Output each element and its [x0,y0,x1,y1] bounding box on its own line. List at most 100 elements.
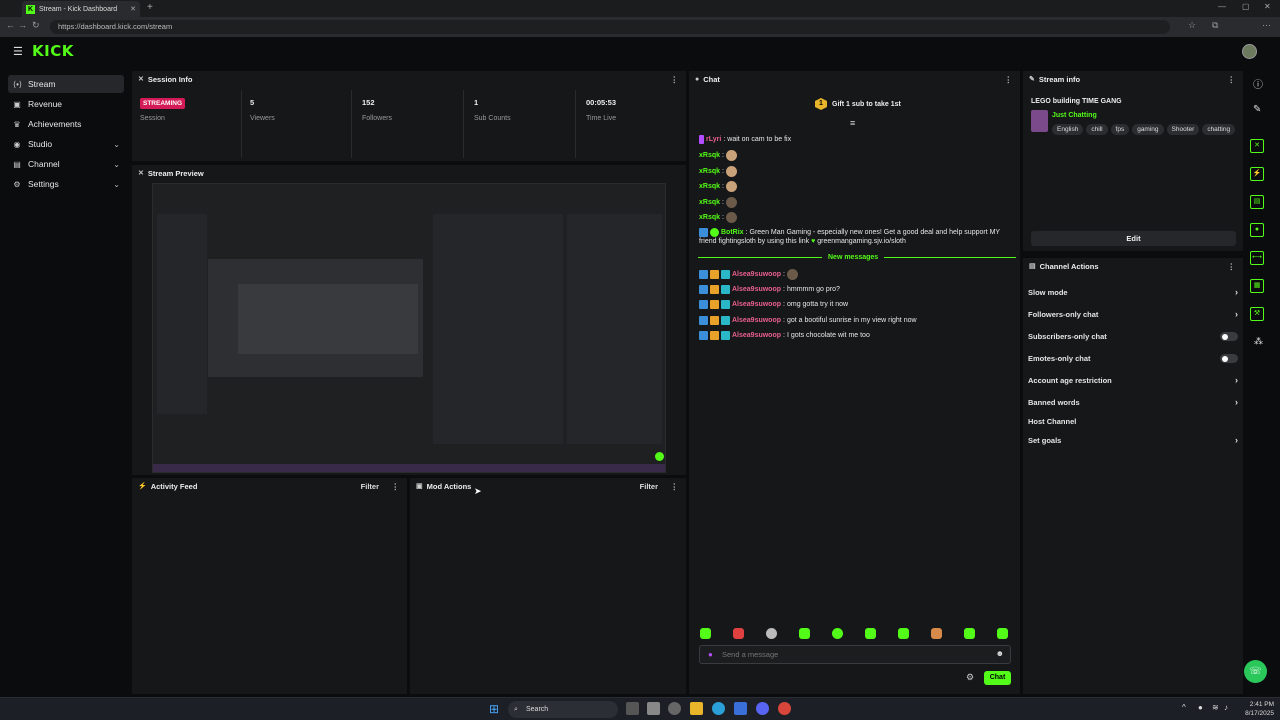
chat-username[interactable]: xRsqk [699,199,720,206]
wifi-icon[interactable]: ≋ [1212,703,1219,712]
tag[interactable]: chatting [1202,124,1236,135]
volume-icon[interactable]: ♪ [1224,703,1228,712]
filter-button[interactable]: Filter [640,482,658,491]
emote-button[interactable] [733,628,744,639]
info-icon[interactable]: ⓘ [1253,76,1263,91]
windows-start-icon[interactable]: ⊞ [489,702,499,716]
taskbar-search[interactable]: ⌕ Search [508,701,618,718]
share-icon[interactable]: ⁂ [1254,336,1263,347]
channel-action-set-goals[interactable]: Set goals › [1028,435,1238,445]
chat-username[interactable]: Alsea9suwoop [732,317,781,324]
close-icon[interactable]: ✕ [138,169,144,177]
chat-username[interactable]: Alsea9suwoop [732,332,781,339]
chat-username[interactable]: BotRix [721,229,744,236]
chat-username[interactable]: Alsea9suwoop [732,286,781,293]
forward-icon[interactable]: → [18,20,27,30]
maximize-icon[interactable]: ▢ [1242,2,1250,11]
task-view-icon[interactable] [626,702,639,715]
settings-app-icon[interactable] [668,702,681,715]
gift-sub-prompt[interactable]: 1 Gift 1 sub to take 1st [815,98,901,110]
sidebar-item-stream[interactable]: ⟨•⟩ Stream [8,75,124,93]
sidebar-item-channel[interactable]: ▤ Channel ⌄ [8,155,124,173]
emote-button[interactable] [799,628,810,639]
mic-tray-icon[interactable]: ● [1198,703,1203,712]
tag[interactable]: English [1052,124,1084,135]
category-link[interactable]: Just Chatting [1052,112,1097,119]
more-options-icon[interactable]: ⋮ [671,482,679,491]
channel-action-banned-words[interactable]: Banned words › [1028,397,1238,407]
browser-tab[interactable]: K Stream - Kick Dashboard ✕ [22,1,140,17]
sidebar-item-achievements[interactable]: ♛ Achievements [8,115,124,133]
support-chat-button[interactable]: ☏ [1244,660,1267,683]
tab-close-icon[interactable]: ✕ [130,5,136,13]
more-options-icon[interactable]: ⋮ [1228,75,1236,84]
favorite-star-icon[interactable]: ☆ [1188,20,1196,31]
sidebar-item-studio[interactable]: ◉ Studio ⌄ [8,135,124,153]
back-icon[interactable]: ← [6,20,15,30]
emotes-only-toggle[interactable] [1220,354,1238,363]
chrome-icon[interactable] [778,702,791,715]
more-options-icon[interactable]: ⋮ [671,75,679,84]
edit-pencil-icon[interactable]: ✎ [1253,104,1261,115]
tray-chevron-icon[interactable]: ^ [1182,703,1186,712]
tag[interactable]: Shooter [1166,124,1200,135]
new-tab-icon[interactable]: + [147,2,153,13]
new-messages-label[interactable]: New messages [822,254,885,261]
browser-menu-icon[interactable]: ⋯ [1262,20,1271,31]
sidebar-item-settings[interactable]: ⚙ Settings ⌄ [8,175,124,193]
emoji-picker-icon[interactable]: ☻ [996,649,1004,658]
rail-doc-button[interactable]: ▤ [1250,195,1264,209]
user-avatar[interactable] [1242,44,1257,59]
tag[interactable]: chill [1086,124,1108,135]
reload-icon[interactable]: ↻ [32,20,40,31]
sidebar-item-revenue[interactable]: ▣ Revenue [8,95,124,113]
chat-message-input[interactable] [722,648,982,661]
edge-browser-icon[interactable] [712,702,725,715]
emote-button[interactable] [931,628,942,639]
chat-username[interactable]: Alsea9suwoop [732,301,781,308]
chat-username[interactable]: xRsqk [699,183,720,190]
channel-action-slow-mode[interactable]: Slow mode › [1028,287,1238,297]
extensions-icon[interactable]: ⧉ [1212,20,1218,31]
rail-raid-button[interactable]: ⟷ [1250,251,1264,265]
more-options-icon[interactable]: ⋮ [1228,262,1236,271]
close-icon[interactable]: ✕ [138,75,144,83]
emote-button[interactable] [700,628,711,639]
close-window-icon[interactable]: ✕ [1264,2,1271,11]
taskbar-clock[interactable]: 2:41 PM 8/17/2025 [1238,700,1274,718]
tag[interactable]: fps [1110,124,1130,135]
category-thumbnail[interactable] [1031,110,1048,132]
emote-button[interactable] [865,628,876,639]
stream-preview-video[interactable] [152,183,666,473]
emote-button[interactable] [964,628,975,639]
chat-settings-gear-icon[interactable]: ⚙ [966,672,974,683]
emote-button[interactable] [832,628,843,639]
chat-username[interactable]: xRsqk [699,152,720,159]
filter-button[interactable]: Filter [361,482,379,491]
tag[interactable]: gaming [1132,124,1164,135]
url-input[interactable]: https://dashboard.kick.com/stream [50,20,1170,34]
hamburger-menu-icon[interactable]: ☰ [13,45,23,58]
subscribers-only-toggle[interactable] [1220,332,1238,341]
edit-stream-button[interactable]: Edit [1031,231,1236,246]
kick-logo[interactable]: KICK [32,42,74,60]
minimize-icon[interactable]: — [1218,2,1226,11]
mic-icon[interactable]: ● [708,650,713,659]
chat-username[interactable]: xRsqk [699,214,720,221]
channel-action-account-age[interactable]: Account age restriction › [1028,375,1238,385]
rail-layout-button[interactable]: ▦ [1250,279,1264,293]
channel-action-host-channel[interactable]: Host Channel [1028,417,1238,426]
chat-username[interactable]: xRsqk [699,168,720,175]
emote-button[interactable] [997,628,1008,639]
more-options-icon[interactable]: ⋮ [392,482,400,491]
channel-action-followers-only[interactable]: Followers-only chat › [1028,309,1238,319]
chat-link[interactable]: greenmangaming.sjv.io/sloth [817,238,906,245]
store-icon[interactable] [647,702,660,715]
send-chat-button[interactable]: Chat [984,671,1011,685]
emote-button[interactable] [766,628,777,639]
chat-filter-icon[interactable]: ≡ [850,118,855,128]
rail-chat-button[interactable]: ● [1250,223,1264,237]
emote-button[interactable] [898,628,909,639]
more-options-icon[interactable]: ⋮ [1005,75,1013,84]
chat-username[interactable]: Alsea9suwoop [732,271,781,278]
